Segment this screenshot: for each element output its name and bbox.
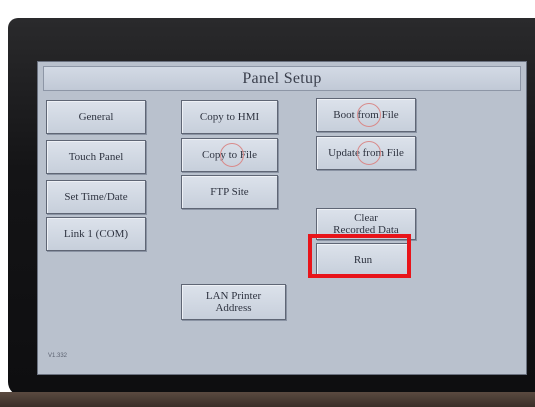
link1-com-button[interactable]: Link 1 (COM)	[46, 217, 146, 251]
panel-setup-screen: Panel Setup General Touch Panel Set Time…	[37, 61, 527, 375]
copy-to-hmi-button[interactable]: Copy to HMI	[181, 100, 278, 134]
device-base	[0, 392, 535, 407]
general-button-label: General	[78, 111, 114, 123]
ftp-site-button-label: FTP Site	[210, 186, 249, 198]
lan-printer-address-button[interactable]: LAN Printer Address	[181, 284, 286, 320]
copy-to-file-button-label: Copy to File	[201, 149, 257, 161]
page-title: Panel Setup	[242, 69, 322, 87]
touch-panel-button[interactable]: Touch Panel	[46, 140, 146, 174]
version-label: V1.332	[48, 353, 68, 359]
red-highlight-box	[308, 234, 411, 278]
update-from-file-button[interactable]: Update from File	[316, 136, 416, 170]
touch-panel-button-label: Touch Panel	[68, 151, 124, 163]
boot-from-file-button-label: Boot from File	[333, 109, 399, 121]
boot-from-file-button[interactable]: Boot from File	[316, 98, 416, 132]
lan-printer-address-button-label: LAN Printer Address	[205, 290, 262, 314]
title-bar: Panel Setup	[43, 66, 521, 91]
update-from-file-button-label: Update from File	[328, 147, 404, 159]
clear-recorded-data-button-label: Clear Recorded Data	[333, 212, 399, 236]
general-button[interactable]: General	[46, 100, 146, 134]
set-time-date-button[interactable]: Set Time/Date	[46, 180, 146, 214]
set-time-date-button-label: Set Time/Date	[64, 191, 128, 203]
copy-to-file-button[interactable]: Copy to File	[181, 138, 278, 172]
ftp-site-button[interactable]: FTP Site	[181, 175, 278, 209]
copy-to-hmi-button-label: Copy to HMI	[199, 111, 260, 123]
link1-com-button-label: Link 1 (COM)	[63, 228, 129, 240]
